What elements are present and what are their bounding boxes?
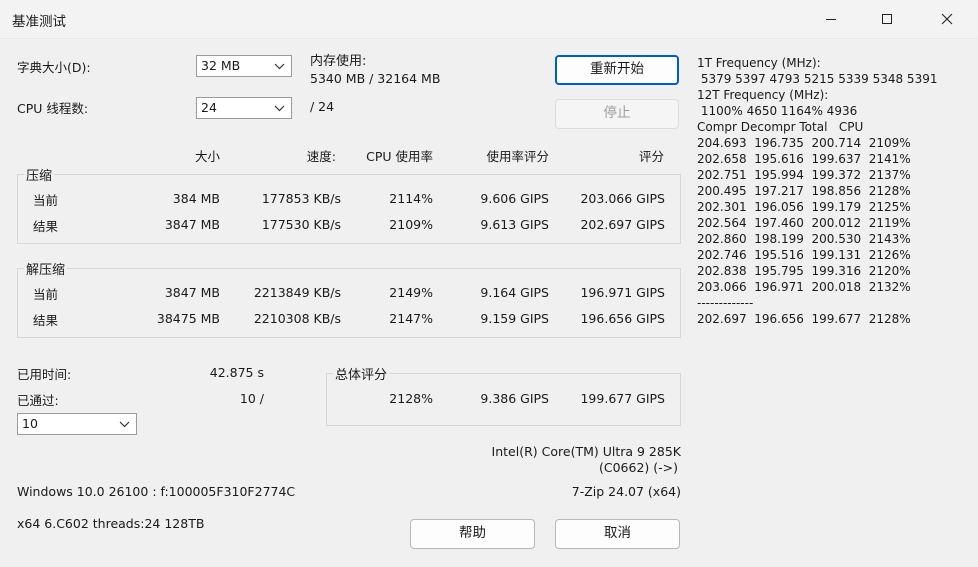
row-cpu: 2109% [389, 217, 433, 232]
header-size: 大小 [194, 149, 220, 164]
row-rating: 203.066 GIPS [580, 191, 665, 206]
title-bar: 基准测试 [0, 0, 978, 39]
result-row: 202.658 195.616 199.637 2141% [697, 152, 911, 166]
close-button[interactable] [924, 0, 970, 38]
cpu-model: Intel(R) Core(TM) Ultra 9 285K [491, 444, 681, 459]
total-rating-cpu: 9.386 GIPS [480, 391, 549, 406]
frequency-panel: 1T Frequency (MHz): 5379 5397 4793 5215 … [697, 55, 937, 327]
passes-select-value: 10 [22, 416, 38, 431]
result-row: 202.751 195.994 199.372 2137% [697, 168, 911, 182]
frequency-12t-values: 1100% 4650 1164% 4936 [697, 104, 858, 118]
header-rating: 评分 [638, 149, 664, 164]
memory-label: 内存使用: [310, 54, 367, 69]
header-speed: 速度: [306, 149, 336, 164]
version-info: 7-Zip 24.07 (x64) [571, 484, 681, 499]
row-size: 3847 MB [164, 285, 220, 300]
row-cpu: 2114% [389, 191, 433, 206]
row-speed: 177853 KB/s [261, 191, 341, 206]
row-size: 3847 MB [164, 217, 220, 232]
total-cpu: 2128% [389, 391, 433, 406]
result-row: 202.838 195.795 199.316 2120% [697, 264, 911, 278]
row-speed: 177530 KB/s [261, 217, 341, 232]
decompress-group [17, 268, 681, 338]
result-row: 203.066 196.971 200.018 2132% [697, 280, 911, 294]
result-row: 202.746 195.516 199.131 2126% [697, 248, 911, 262]
row-rating-cpu: 9.164 GIPS [480, 285, 549, 300]
row-speed: 2210308 KB/s [253, 311, 341, 326]
minimize-button[interactable] [808, 0, 854, 38]
compress-label: 压缩 [24, 165, 55, 184]
row-rating-cpu: 9.613 GIPS [480, 217, 549, 232]
cpu-stepping: (C0662) (->) [598, 460, 678, 475]
maximize-icon [882, 14, 892, 24]
row-name: 当前 [33, 287, 59, 302]
row-rating: 196.971 GIPS [580, 285, 665, 300]
maximize-button[interactable] [864, 0, 910, 38]
total-rating: 199.677 GIPS [580, 391, 665, 406]
row-speed: 2213849 KB/s [253, 285, 341, 300]
passes-label: 已通过: [17, 393, 59, 408]
chevron-down-icon [274, 63, 285, 70]
compress-group [17, 174, 681, 244]
chevron-down-icon [119, 421, 130, 428]
passes-select[interactable]: 10 [17, 413, 137, 435]
header-rating-cpu: 使用率评分 [486, 149, 549, 164]
row-rating: 196.656 GIPS [580, 311, 665, 326]
chevron-down-icon [274, 105, 285, 112]
elapsed-label: 已用时间: [17, 367, 72, 382]
decompress-label: 解压缩 [24, 259, 68, 278]
header-cpu: CPU 使用率 [366, 149, 433, 164]
memory-value: 5340 MB / 32164 MB [310, 71, 441, 86]
dict-size-select[interactable]: 32 MB [196, 55, 292, 77]
elapsed-value: 42.875 s [209, 365, 264, 380]
row-size: 38475 MB [156, 311, 220, 326]
frequency-12t-label: 12T Frequency (MHz): [697, 88, 829, 102]
result-row: 202.860 198.199 200.530 2143% [697, 232, 911, 246]
result-row: 200.495 197.217 198.856 2128% [697, 184, 911, 198]
restart-button[interactable]: 重新开始 [555, 55, 679, 85]
row-rating-cpu: 9.159 GIPS [480, 311, 549, 326]
row-cpu: 2149% [389, 285, 433, 300]
os-info: Windows 10.0 26100 : f:100005F310F2774C [17, 484, 296, 499]
close-icon [941, 13, 953, 25]
result-row: 202.564 197.460 200.012 2119% [697, 216, 911, 230]
row-name: 结果 [33, 313, 59, 328]
result-row: 202.301 196.056 199.179 2125% [697, 200, 911, 214]
arch-info: x64 6.C602 threads:24 128TB [17, 516, 205, 531]
dict-size-value: 32 MB [201, 58, 241, 73]
row-cpu: 2147% [389, 311, 433, 326]
results-header: Compr Decompr Total CPU [697, 120, 864, 134]
stop-button[interactable]: 停止 [555, 99, 679, 129]
frequency-1t-values: 5379 5397 4793 5215 5339 5348 5391 [697, 72, 938, 86]
threads-select[interactable]: 24 [196, 97, 292, 119]
results-summary: 202.697 196.656 199.677 2128% [697, 312, 911, 326]
dict-size-label: 字典大小(D): [17, 60, 91, 75]
threads-total: / 24 [310, 99, 335, 114]
row-rating: 202.697 GIPS [580, 217, 665, 232]
cancel-button[interactable]: 取消 [555, 519, 680, 549]
results-separator: ------------- [697, 296, 754, 310]
row-name: 结果 [33, 219, 59, 234]
threads-value: 24 [201, 100, 217, 115]
row-name: 当前 [33, 193, 59, 208]
frequency-1t-label: 1T Frequency (MHz): [697, 56, 821, 70]
help-button[interactable]: 帮助 [410, 519, 535, 549]
passes-value: 10 / [239, 391, 264, 406]
result-row: 204.693 196.735 200.714 2109% [697, 136, 911, 150]
row-rating-cpu: 9.606 GIPS [480, 191, 549, 206]
window-title: 基准测试 [12, 14, 66, 30]
threads-label: CPU 线程数: [17, 101, 89, 116]
total-rating-label: 总体评分 [333, 364, 390, 383]
minimize-icon [826, 19, 836, 20]
row-size: 384 MB [172, 191, 220, 206]
